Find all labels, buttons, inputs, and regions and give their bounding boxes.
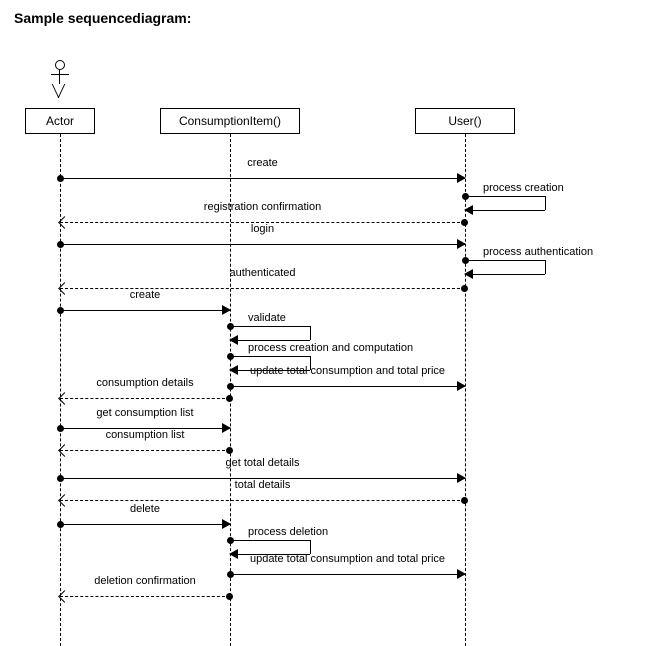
lifeline-actor: Actor (25, 108, 95, 134)
self-message-s1: process creation (465, 196, 555, 216)
message-label: create (130, 289, 161, 301)
lifeline-line-actor (60, 134, 61, 646)
message-m4: login (60, 237, 465, 251)
message-label: delete (130, 503, 160, 515)
self-message-s2: process authentication (465, 260, 555, 280)
message-m6: authenticated (60, 281, 465, 295)
message-m15: total details (60, 493, 465, 507)
self-message-label: process deletion (248, 526, 328, 538)
diagram-title: Sample sequencediagram: (14, 10, 191, 26)
message-m18: update total consumption and total price (230, 567, 465, 581)
message-label: login (251, 223, 274, 235)
actor-stick-icon (51, 60, 69, 102)
message-m16: delete (60, 517, 230, 531)
lifeline-label: ConsumptionItem() (179, 114, 281, 128)
self-message-label: process authentication (483, 246, 593, 258)
message-label: registration confirmation (204, 201, 321, 213)
message-label: consumption details (96, 377, 193, 389)
message-label: authenticated (229, 267, 295, 279)
lifeline-consumption: ConsumptionItem() (160, 108, 300, 134)
message-label: total details (235, 479, 291, 491)
self-message-label: validate (248, 312, 286, 324)
message-m11: consumption details (60, 391, 230, 405)
message-label: create (247, 157, 278, 169)
self-message-s4: process creation and computation (230, 356, 320, 376)
message-m7: create (60, 303, 230, 317)
self-message-s5: process deletion (230, 540, 320, 560)
message-label: consumption list (106, 429, 185, 441)
message-m1: create (60, 171, 465, 185)
message-label: get consumption list (96, 407, 193, 419)
message-m13: consumption list (60, 443, 230, 457)
lifeline-label: User() (448, 114, 481, 128)
self-message-label: process creation and computation (248, 342, 413, 354)
message-label: get total details (226, 457, 300, 469)
message-m19: deletion confirmation (60, 589, 230, 603)
self-message-label: process creation (483, 182, 564, 194)
lifeline-user: User() (415, 108, 515, 134)
lifeline-label: Actor (46, 114, 74, 128)
message-label: deletion confirmation (94, 575, 196, 587)
message-m10: update total consumption and total price (230, 379, 465, 393)
